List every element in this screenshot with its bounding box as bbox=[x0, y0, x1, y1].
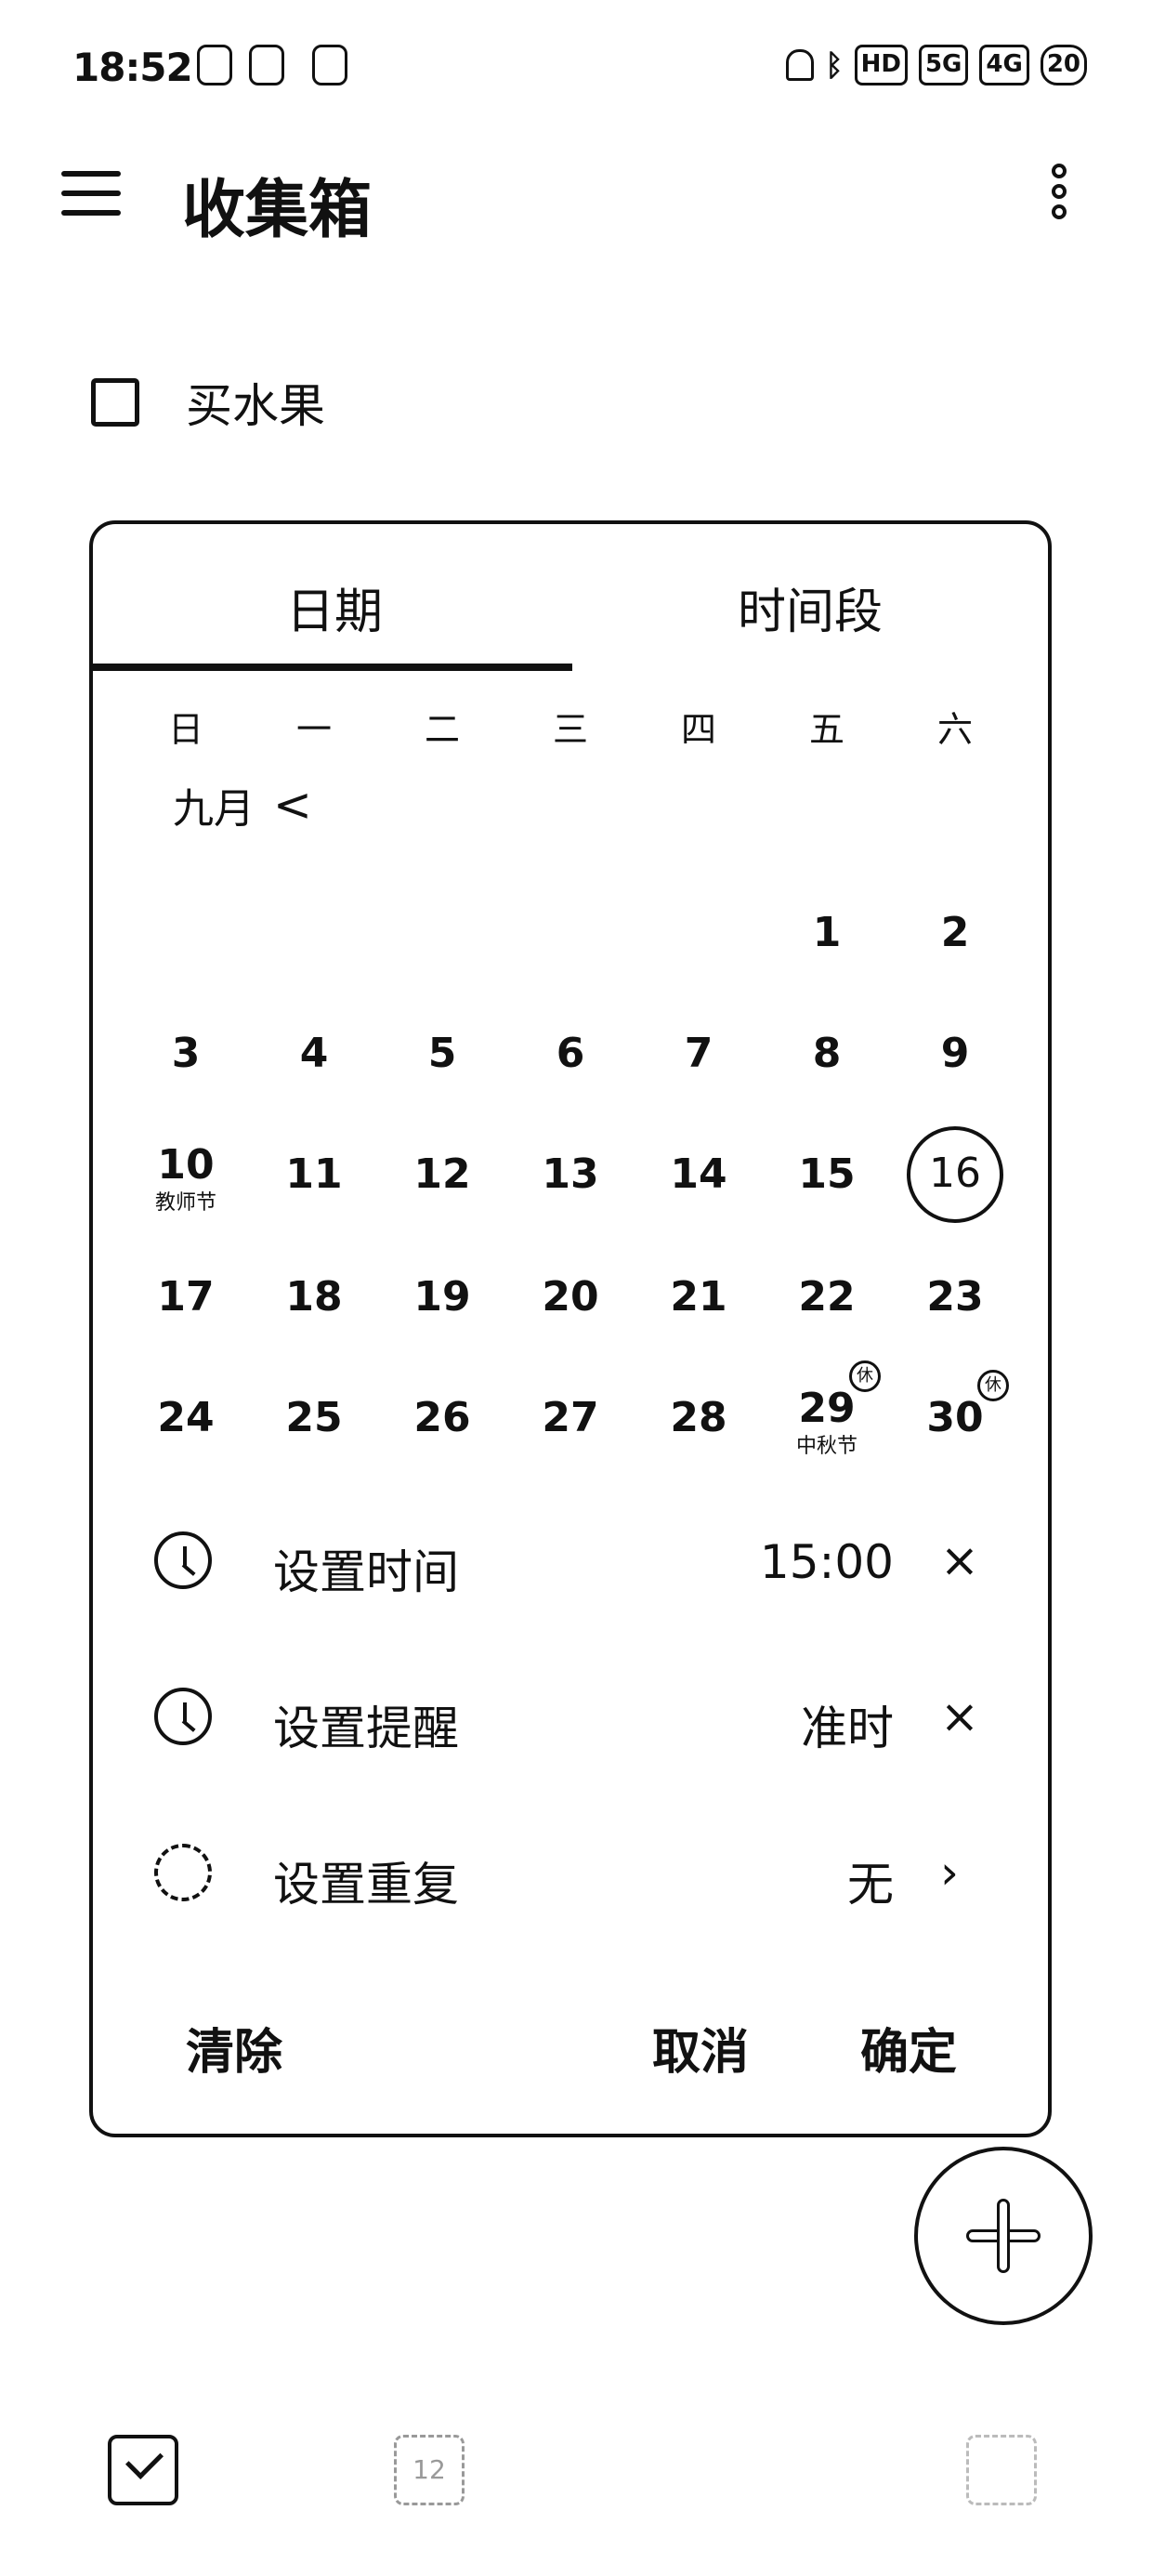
calendar-day[interactable]: 26 bbox=[386, 1394, 498, 1442]
calendar-day[interactable]: 5 bbox=[386, 1030, 498, 1078]
bottom-nav: 12 bbox=[0, 2435, 1152, 2546]
clear-time-icon[interactable]: × bbox=[940, 1531, 979, 1589]
calendar-day[interactable]: 21 bbox=[643, 1273, 754, 1321]
calendar-day[interactable]: 24 bbox=[130, 1394, 242, 1442]
repeat-icon bbox=[154, 1844, 212, 1901]
alarm-clock-icon bbox=[154, 1688, 212, 1745]
calendar-day[interactable]: 19 bbox=[386, 1273, 498, 1321]
battery-icon: 20 bbox=[1040, 45, 1087, 85]
clear-button[interactable]: 清除 bbox=[186, 2013, 282, 2083]
calendar-day[interactable]: 休 29 中秋节 bbox=[771, 1360, 883, 1459]
calendar-day-selected[interactable]: 16 bbox=[899, 1126, 1011, 1223]
5g-signal-icon: 5G bbox=[918, 45, 969, 85]
chevron-left-icon[interactable]: < bbox=[273, 782, 312, 828]
task-item[interactable]: 买水果 bbox=[91, 370, 325, 435]
calendar-day[interactable]: 25 bbox=[258, 1394, 370, 1442]
time-value: 15:00 bbox=[759, 1535, 894, 1589]
menu-icon[interactable] bbox=[61, 171, 121, 216]
hd-icon: HD bbox=[854, 45, 908, 85]
calendar-day[interactable]: 9 bbox=[899, 1030, 1011, 1078]
confirm-button[interactable]: 确定 bbox=[860, 2013, 957, 2083]
clear-reminder-icon[interactable]: × bbox=[940, 1688, 979, 1745]
status-right-icons: ᛒ HD 5G 4G 20 bbox=[786, 45, 1087, 85]
status-time: 18:52 bbox=[72, 45, 193, 90]
mute-bell-icon bbox=[786, 49, 815, 81]
month-selector[interactable]: 九月 < bbox=[173, 775, 312, 835]
holiday-label: 中秋节 bbox=[795, 1435, 857, 1458]
calendar-day[interactable]: 13 bbox=[515, 1150, 626, 1199]
calendar-day[interactable]: 12 bbox=[386, 1150, 498, 1199]
calendar-day[interactable]: 15 bbox=[771, 1150, 883, 1199]
calendar-day[interactable]: 3 bbox=[130, 1030, 242, 1078]
weekday-label: 五 bbox=[808, 709, 844, 750]
holiday-badge: 休 bbox=[977, 1370, 1009, 1401]
holiday-label: 教师节 bbox=[154, 1191, 216, 1215]
calendar-day[interactable]: 11 bbox=[258, 1150, 370, 1199]
month-label: 九月 bbox=[173, 785, 255, 833]
calendar-day[interactable]: 20 bbox=[515, 1273, 626, 1321]
shield-app-icon bbox=[197, 45, 232, 85]
calendar-day-number: 12 bbox=[412, 2454, 446, 2485]
nav-focus-icon[interactable] bbox=[966, 2435, 1037, 2505]
nav-calendar-icon[interactable]: 12 bbox=[394, 2435, 465, 2505]
calendar-day[interactable]: 27 bbox=[515, 1394, 626, 1442]
clock-icon bbox=[154, 1531, 212, 1589]
tab-time-range[interactable]: 时间段 bbox=[738, 572, 883, 642]
status-bar: 18:52 ᛒ HD 5G 4G 20 bbox=[0, 37, 1152, 102]
calendar-day[interactable]: 休 30 bbox=[899, 1370, 1011, 1442]
set-time-row[interactable]: 设置时间 15:00 × bbox=[93, 1515, 1048, 1608]
task-label: 买水果 bbox=[186, 379, 325, 433]
sim-app-icon bbox=[312, 45, 347, 85]
weekday-label: 日 bbox=[167, 709, 203, 750]
badge-app-icon bbox=[249, 45, 284, 85]
set-reminder-row[interactable]: 设置提醒 准时 × bbox=[93, 1671, 1048, 1764]
tab-date[interactable]: 日期 bbox=[286, 572, 383, 642]
calendar-day[interactable]: 1 bbox=[771, 909, 883, 957]
set-repeat-row[interactable]: 设置重复 无 › bbox=[93, 1827, 1048, 1920]
more-options-icon[interactable] bbox=[1052, 164, 1068, 225]
calendar-day[interactable]: 10 教师节 bbox=[130, 1141, 242, 1216]
app-header: 收集箱 bbox=[0, 149, 1152, 247]
active-tab-indicator bbox=[93, 664, 572, 671]
add-task-button[interactable] bbox=[914, 2147, 1093, 2325]
set-reminder-label: 设置提醒 bbox=[273, 1702, 459, 1755]
chevron-right-icon[interactable]: › bbox=[940, 1844, 959, 1901]
page-title: 收集箱 bbox=[182, 174, 373, 247]
date-picker-dialog: 日期 时间段 日 一 二 三 四 五 六 九月 < 1 2 3 4 5 6 7 … bbox=[89, 520, 1052, 2137]
calendar-day[interactable]: 28 bbox=[643, 1394, 754, 1442]
calendar-day[interactable]: 17 bbox=[130, 1273, 242, 1321]
weekday-label: 一 bbox=[295, 709, 332, 750]
calendar-day[interactable]: 7 bbox=[643, 1030, 754, 1078]
set-time-label: 设置时间 bbox=[273, 1545, 459, 1599]
weekday-label: 二 bbox=[424, 709, 460, 750]
4g-signal-icon: 4G bbox=[979, 45, 1029, 85]
repeat-value: 无 bbox=[847, 1858, 894, 1912]
weekday-label: 六 bbox=[936, 709, 973, 750]
calendar-day[interactable]: 18 bbox=[258, 1273, 370, 1321]
calendar-day[interactable]: 22 bbox=[771, 1273, 883, 1321]
reminder-value: 准时 bbox=[801, 1702, 894, 1755]
weekday-label: 四 bbox=[680, 709, 716, 750]
calendar-day[interactable]: 6 bbox=[515, 1030, 626, 1078]
set-repeat-label: 设置重复 bbox=[273, 1858, 459, 1912]
cancel-button[interactable]: 取消 bbox=[652, 2013, 749, 2083]
weekday-label: 三 bbox=[552, 709, 588, 750]
calendar-day[interactable]: 4 bbox=[258, 1030, 370, 1078]
dialog-tabs: 日期 时间段 bbox=[93, 524, 1048, 673]
bluetooth-icon: ᛒ bbox=[825, 47, 844, 83]
calendar-day[interactable]: 23 bbox=[899, 1273, 1011, 1321]
holiday-badge: 休 bbox=[849, 1360, 881, 1392]
calendar-day[interactable]: 2 bbox=[899, 909, 1011, 957]
calendar-day[interactable]: 14 bbox=[643, 1150, 754, 1199]
calendar-day[interactable]: 8 bbox=[771, 1030, 883, 1078]
nav-tasks-checkbox-icon[interactable] bbox=[108, 2435, 178, 2505]
task-checkbox[interactable] bbox=[91, 378, 139, 427]
